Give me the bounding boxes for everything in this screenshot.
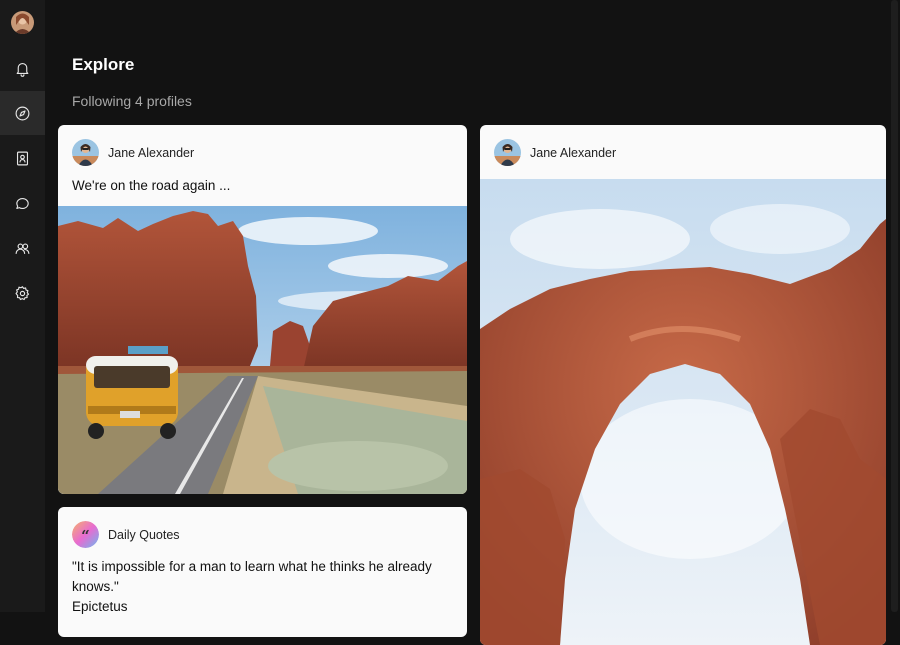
- sidebar-item-settings[interactable]: [0, 271, 45, 315]
- main-content: Explore Following 4 profiles Jane Alexan…: [45, 0, 900, 645]
- user-avatar[interactable]: [11, 11, 34, 34]
- author-avatar[interactable]: [494, 139, 521, 166]
- page-subtitle: Following 4 profiles: [72, 93, 192, 109]
- post-card[interactable]: “ Daily Quotes "It is impossible for a m…: [58, 507, 467, 637]
- desert-road-van-photo[interactable]: [58, 206, 467, 494]
- quote-attribution: Epictetus: [72, 599, 128, 614]
- gear-icon: [15, 285, 30, 300]
- scrollbar-thumb[interactable]: [891, 0, 898, 612]
- compass-icon: [15, 106, 30, 120]
- post-header: Jane Alexander: [494, 139, 616, 166]
- author-avatar[interactable]: [72, 139, 99, 166]
- sidebar-item-explore[interactable]: [0, 91, 45, 135]
- post-card[interactable]: Jane Alexander We're on the road again .…: [58, 125, 467, 494]
- sidebar: [0, 0, 45, 612]
- svg-text:“: “: [81, 527, 90, 545]
- author-name[interactable]: Daily Quotes: [108, 528, 180, 542]
- quote-text: "It is impossible for a man to learn wha…: [72, 559, 432, 594]
- post-header: Jane Alexander: [72, 139, 194, 166]
- chat-bubble-icon: [16, 197, 29, 209]
- scrollbar[interactable]: [888, 0, 900, 612]
- page-title: Explore: [72, 55, 135, 74]
- post-header: “ Daily Quotes: [72, 521, 180, 548]
- bookmark-book-icon: [16, 151, 29, 165]
- sidebar-item-notifications[interactable]: [0, 46, 45, 90]
- author-avatar[interactable]: “: [72, 521, 99, 548]
- bell-icon: [16, 62, 29, 77]
- post-card[interactable]: Jane Alexander: [480, 125, 886, 645]
- post-text: "It is impossible for a man to learn wha…: [72, 557, 452, 617]
- author-name[interactable]: Jane Alexander: [108, 146, 194, 160]
- users-icon: [15, 243, 30, 254]
- sidebar-item-people[interactable]: [0, 226, 45, 270]
- author-name[interactable]: Jane Alexander: [530, 146, 616, 160]
- sidebar-item-profiles[interactable]: [0, 136, 45, 180]
- sidebar-item-messages[interactable]: [0, 181, 45, 225]
- post-text: We're on the road again ...: [72, 178, 231, 193]
- rock-arch-photo[interactable]: [480, 179, 886, 645]
